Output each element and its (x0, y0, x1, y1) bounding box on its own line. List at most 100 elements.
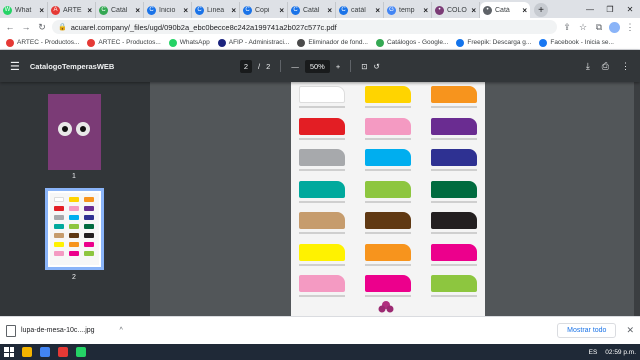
bookmark-label: AFIP - Administraci... (228, 39, 290, 46)
profile-avatar[interactable] (609, 21, 620, 33)
thumbnail-swatch (84, 233, 94, 238)
tab-close-icon[interactable]: × (522, 6, 527, 15)
menu-kebab-icon[interactable]: ⋮ (624, 22, 636, 33)
page-thumbnail-1[interactable] (48, 94, 101, 170)
bookmark-item[interactable]: Catálogos - Google... (375, 38, 448, 47)
thumbnail-swatch (54, 251, 64, 256)
swatch-caption-line (299, 232, 345, 234)
fit-page-icon[interactable]: ⊡ (361, 62, 367, 71)
hamburger-menu-icon[interactable]: ☰ (10, 60, 20, 73)
brand-logo (378, 301, 394, 313)
viewer-scrollbar[interactable] (634, 82, 640, 316)
tab-close-icon[interactable]: × (135, 6, 140, 15)
pdf-viewer[interactable] (150, 82, 640, 316)
tab-close-icon[interactable]: × (327, 6, 332, 15)
tab-close-icon[interactable]: × (87, 6, 92, 15)
browser-tab[interactable]: • Catá × (480, 2, 530, 18)
tab-close-icon[interactable]: × (375, 6, 380, 15)
tab-close-icon[interactable]: × (231, 6, 236, 15)
address-bar[interactable]: 🔒 acuarel.company/_files/ugd/090b2a_ebc0… (52, 20, 557, 34)
tab-favicon-icon: • (435, 5, 444, 15)
tab-close-icon[interactable]: × (423, 6, 428, 15)
show-all-button[interactable]: Mostrar todo (557, 323, 617, 338)
document-title: CatalogoTemperasWEB (29, 61, 115, 71)
browser-tab[interactable]: C Copi × (240, 2, 288, 18)
page-number-input[interactable]: 2 (239, 59, 253, 73)
browser-tab[interactable]: Gtemp × (384, 2, 432, 18)
chevron-up-icon[interactable]: ^ (120, 327, 123, 334)
whatsapp-icon[interactable] (76, 347, 86, 357)
file-icon (6, 324, 16, 337)
new-tab-button[interactable]: + (534, 3, 548, 17)
os-taskbar: ES 02:59 p.m. (0, 344, 640, 360)
bookmark-favicon-icon (217, 38, 226, 47)
maximize-icon[interactable]: ❐ (600, 5, 620, 14)
browser-tab[interactable]: C Catál × (288, 2, 336, 18)
back-icon[interactable]: ← (4, 22, 16, 32)
bookmark-favicon-icon (297, 38, 306, 47)
thumbnail-swatch (54, 242, 64, 247)
zoom-in-icon[interactable]: + (336, 62, 340, 71)
color-swatch (431, 243, 477, 261)
close-window-icon[interactable]: ✕ (620, 5, 640, 14)
browser-tab[interactable]: • COLO × (432, 2, 480, 18)
color-swatch (365, 149, 411, 166)
bookmark-item[interactable]: Freepik: Descarga g... (456, 38, 532, 47)
page-separator: / (258, 61, 261, 71)
tab-close-icon[interactable]: × (39, 6, 44, 15)
browser-tab[interactable]: C Catál × (96, 2, 144, 18)
bookmark-item[interactable]: Eliminador de fond... (297, 38, 368, 47)
print-icon[interactable]: ⎙ (602, 61, 609, 72)
swatch-caption-line (431, 106, 477, 108)
browser-tab[interactable]: W What × (0, 2, 48, 18)
download-icon[interactable]: ⤓ (586, 61, 590, 72)
clock[interactable]: 02:59 p.m. (605, 349, 636, 356)
page-thumbnail-2[interactable] (45, 188, 104, 270)
browser-tab[interactable]: A ARTE × (48, 2, 96, 18)
bookmark-item[interactable]: AFIP - Administraci... (217, 38, 290, 47)
swatch-caption-line (365, 137, 411, 140)
bookmark-label: WhatsApp (179, 39, 210, 46)
forward-icon[interactable]: → (20, 22, 32, 32)
start-icon[interactable] (4, 347, 14, 357)
color-swatch (299, 86, 345, 103)
thumbnail-swatch (54, 233, 64, 238)
share-icon[interactable]: ⇪ (561, 22, 573, 33)
browser-tab[interactable]: C Linea × (192, 2, 240, 18)
bookmark-item[interactable]: ARTEC - Productos... (87, 38, 161, 47)
reload-icon[interactable]: ↻ (36, 22, 48, 33)
bookmark-label: Facebook - Inicia se... (550, 39, 614, 46)
minimize-icon[interactable]: — (580, 5, 600, 14)
download-item[interactable]: lupa-de-mesa-10c....jpg ^ (6, 324, 123, 337)
tab-close-icon[interactable]: × (183, 6, 188, 15)
bookmark-item[interactable]: Facebook - Inicia se... (539, 38, 614, 47)
zoom-input[interactable]: 50% (304, 59, 330, 73)
bookmark-item[interactable]: WhatsApp (168, 38, 210, 47)
app-icon[interactable] (58, 347, 68, 357)
tab-favicon-icon: C (195, 5, 204, 15)
color-swatch (365, 275, 411, 292)
tab-title: temp (399, 6, 415, 14)
more-options-icon[interactable]: ⋮ (621, 61, 630, 72)
extensions-icon[interactable]: ⧉ (593, 22, 605, 33)
tab-close-icon[interactable]: × (471, 6, 476, 15)
language-indicator[interactable]: ES (589, 349, 598, 356)
bookmark-item[interactable]: ARTEC - Productos... (6, 38, 79, 47)
chrome-icon[interactable] (40, 347, 50, 357)
close-icon[interactable]: ✕ (626, 325, 634, 336)
bookmark-label: Freepik: Descarga g... (467, 39, 532, 46)
download-shelf: lupa-de-mesa-10c....jpg ^ Mostrar todo ✕ (0, 316, 640, 344)
zoom-out-icon[interactable]: — (291, 62, 299, 71)
thumbnail-swatch (69, 224, 79, 229)
tab-close-icon[interactable]: × (279, 6, 284, 15)
rotate-icon[interactable]: ↺ (374, 62, 380, 71)
bookmark-star-icon[interactable]: ☆ (577, 22, 589, 33)
bookmark-favicon-icon (456, 38, 465, 47)
file-explorer-icon[interactable] (22, 347, 32, 357)
browser-tab[interactable]: C Inicio × (144, 2, 192, 18)
thumbnail-swatch (69, 233, 79, 238)
tab-strip: W What × A ARTE × C Catál × C Inicio × C Linea × C Copi ×… (0, 0, 640, 18)
color-swatch (431, 86, 477, 103)
swatch-caption-line (299, 106, 345, 108)
browser-tab[interactable]: Ccatál × (336, 2, 384, 18)
